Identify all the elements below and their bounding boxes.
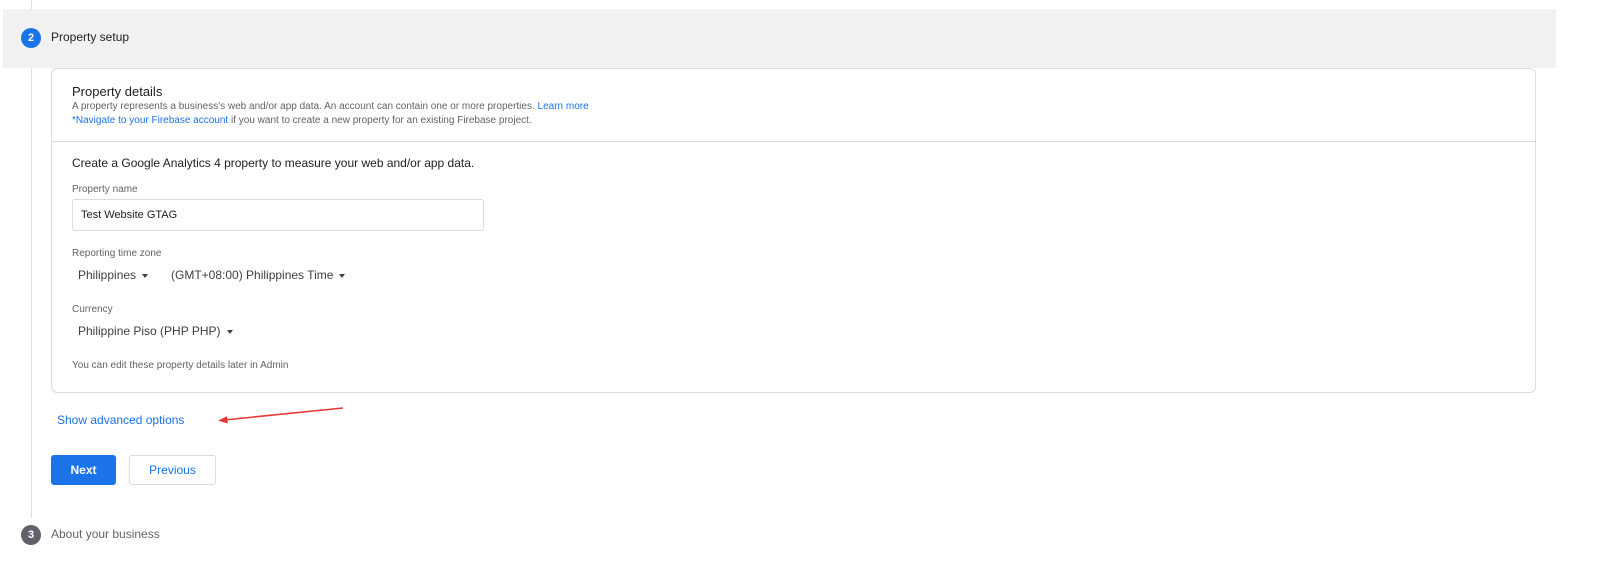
caret-down-icon [339,273,346,278]
property-details-header: Property details A property represents a… [52,69,1535,142]
stepper-line [31,0,32,518]
previous-button[interactable]: Previous [129,455,216,485]
country-value: Philippines [78,268,137,282]
edit-later-note: You can edit these property details late… [72,360,289,371]
time-zone-dropdown[interactable]: (GMT+08:00) Philippines Time [171,268,346,282]
property-setup-page: 2 Property setup Property details A prop… [0,0,1600,568]
step-number-badge: 2 [21,28,41,48]
firebase-description-text: if you want to create a new property for… [228,115,532,126]
step-title: Property setup [51,30,130,44]
property-name-label: Property name [72,184,138,195]
firebase-description: *Navigate to your Firebase account if yo… [72,115,532,126]
time-zone-value: (GMT+08:00) Philippines Time [171,268,334,282]
next-button[interactable]: Next [51,455,116,485]
firebase-account-link[interactable]: *Navigate to your Firebase account [72,115,228,126]
country-dropdown[interactable]: Philippines [78,268,149,282]
caret-down-icon [226,329,233,334]
step-header-property-setup [3,9,1556,68]
time-zone-label: Reporting time zone [72,248,162,259]
currency-label: Currency [72,304,113,315]
learn-more-link[interactable]: Learn more [538,101,589,112]
property-intro-text: Create a Google Analytics 4 property to … [72,156,475,170]
property-details-description: A property represents a business's web a… [72,101,589,112]
red-arrow-icon [218,407,344,424]
step-title-about-business[interactable]: About your business [51,527,160,541]
step-number-badge: 3 [21,525,41,545]
currency-dropdown[interactable]: Philippine Piso (PHP PHP) [78,324,233,338]
currency-value: Philippine Piso (PHP PHP) [78,324,221,338]
show-advanced-options-link[interactable]: Show advanced options [57,413,184,427]
caret-down-icon [142,273,149,278]
property-details-title: Property details [72,84,163,99]
property-name-input[interactable] [72,199,484,231]
description-text: A property represents a business's web a… [72,101,535,112]
property-details-card: Property details A property represents a… [51,68,1536,393]
